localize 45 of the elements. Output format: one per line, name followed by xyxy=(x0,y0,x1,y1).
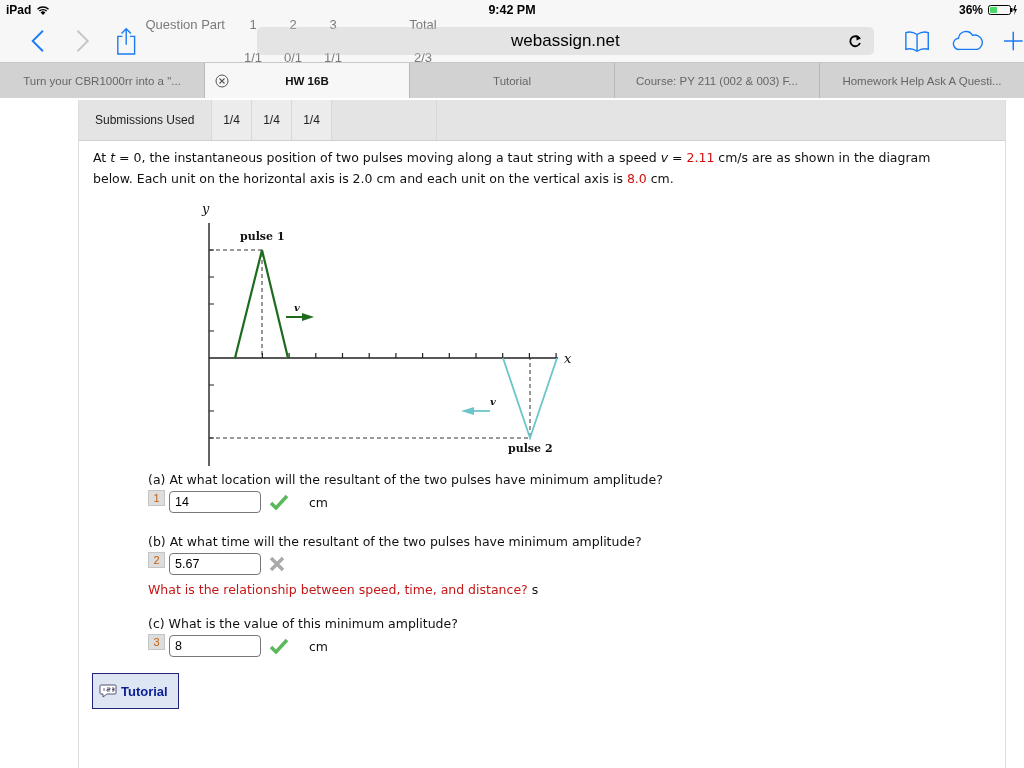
unit-label: s xyxy=(531,582,539,597)
pulse-label: pulse 2 xyxy=(508,442,553,455)
question-text: (c) What is the value of this minimum amplitude? xyxy=(148,615,459,633)
clock: 9:42 PM xyxy=(488,3,536,17)
part-number: 1 xyxy=(148,490,165,506)
unit-label: cm xyxy=(309,638,329,654)
browser-tab[interactable]: Homework Help Ask A Questi... xyxy=(820,63,1024,98)
hint-text: What is the relationship between speed, time, and distance? xyxy=(148,582,528,597)
pulse-label: pulse 1 xyxy=(240,230,285,243)
part-number: 2 xyxy=(148,552,165,568)
browser-tab[interactable]: HW 16B xyxy=(205,63,410,98)
plus-icon[interactable] xyxy=(1003,30,1024,52)
table-header: Question Part xyxy=(144,16,226,32)
unit-label: cm xyxy=(309,494,329,510)
problem-text: At t = 0, the instantaneous position of two pulses moving along a taut string with a speed v = 2.11 cm/s are as shown in the diagram below. Each unit on the horizontal axis is 2.0 cm and each unit on the vertical axis is 8.0 cm. xyxy=(93,149,932,188)
answer-field[interactable]: 8 xyxy=(169,635,261,657)
book-icon[interactable] xyxy=(903,29,930,53)
axis-label: y xyxy=(202,201,210,216)
cloud-icon[interactable] xyxy=(951,30,984,52)
velocity-arrow xyxy=(461,407,491,415)
table-header: 1 xyxy=(248,16,258,32)
table-cell: 1/4 xyxy=(291,100,331,140)
table-header: Submissions Used xyxy=(94,112,196,129)
question-text: (b) At what time will the resultant of the two pulses have minimum amplitude? xyxy=(148,533,643,551)
answer-field[interactable]: 5.67 xyxy=(169,553,261,575)
part-number: 3 xyxy=(148,634,165,650)
tutorial-button[interactable]: Tutorial xyxy=(92,673,179,709)
axis-label: x xyxy=(564,351,572,366)
table-cell: 1/4 xyxy=(251,100,291,140)
velocity-label: v xyxy=(294,302,300,313)
browser-tab[interactable]: Tutorial xyxy=(410,63,615,98)
reload-icon[interactable] xyxy=(847,34,862,48)
velocity-arrow xyxy=(285,313,314,321)
battery-icon xyxy=(988,4,1018,16)
battery-percent: 36% xyxy=(958,3,983,17)
share-icon[interactable] xyxy=(114,26,138,56)
browser-tab[interactable]: Course: PY 211 (002 & 003) F... xyxy=(615,63,820,98)
velocity-label: v xyxy=(490,396,496,407)
question-text: (a) At what location will the resultant of the two pulses have minimum amplitude? xyxy=(148,471,664,489)
speech-bubble-icon xyxy=(99,684,117,698)
table-cell: 1/4 xyxy=(211,100,251,140)
answer-field[interactable]: 14 xyxy=(169,491,261,513)
wifi-icon xyxy=(36,4,51,16)
device-name: iPad xyxy=(6,3,32,17)
close-icon[interactable] xyxy=(215,74,229,88)
